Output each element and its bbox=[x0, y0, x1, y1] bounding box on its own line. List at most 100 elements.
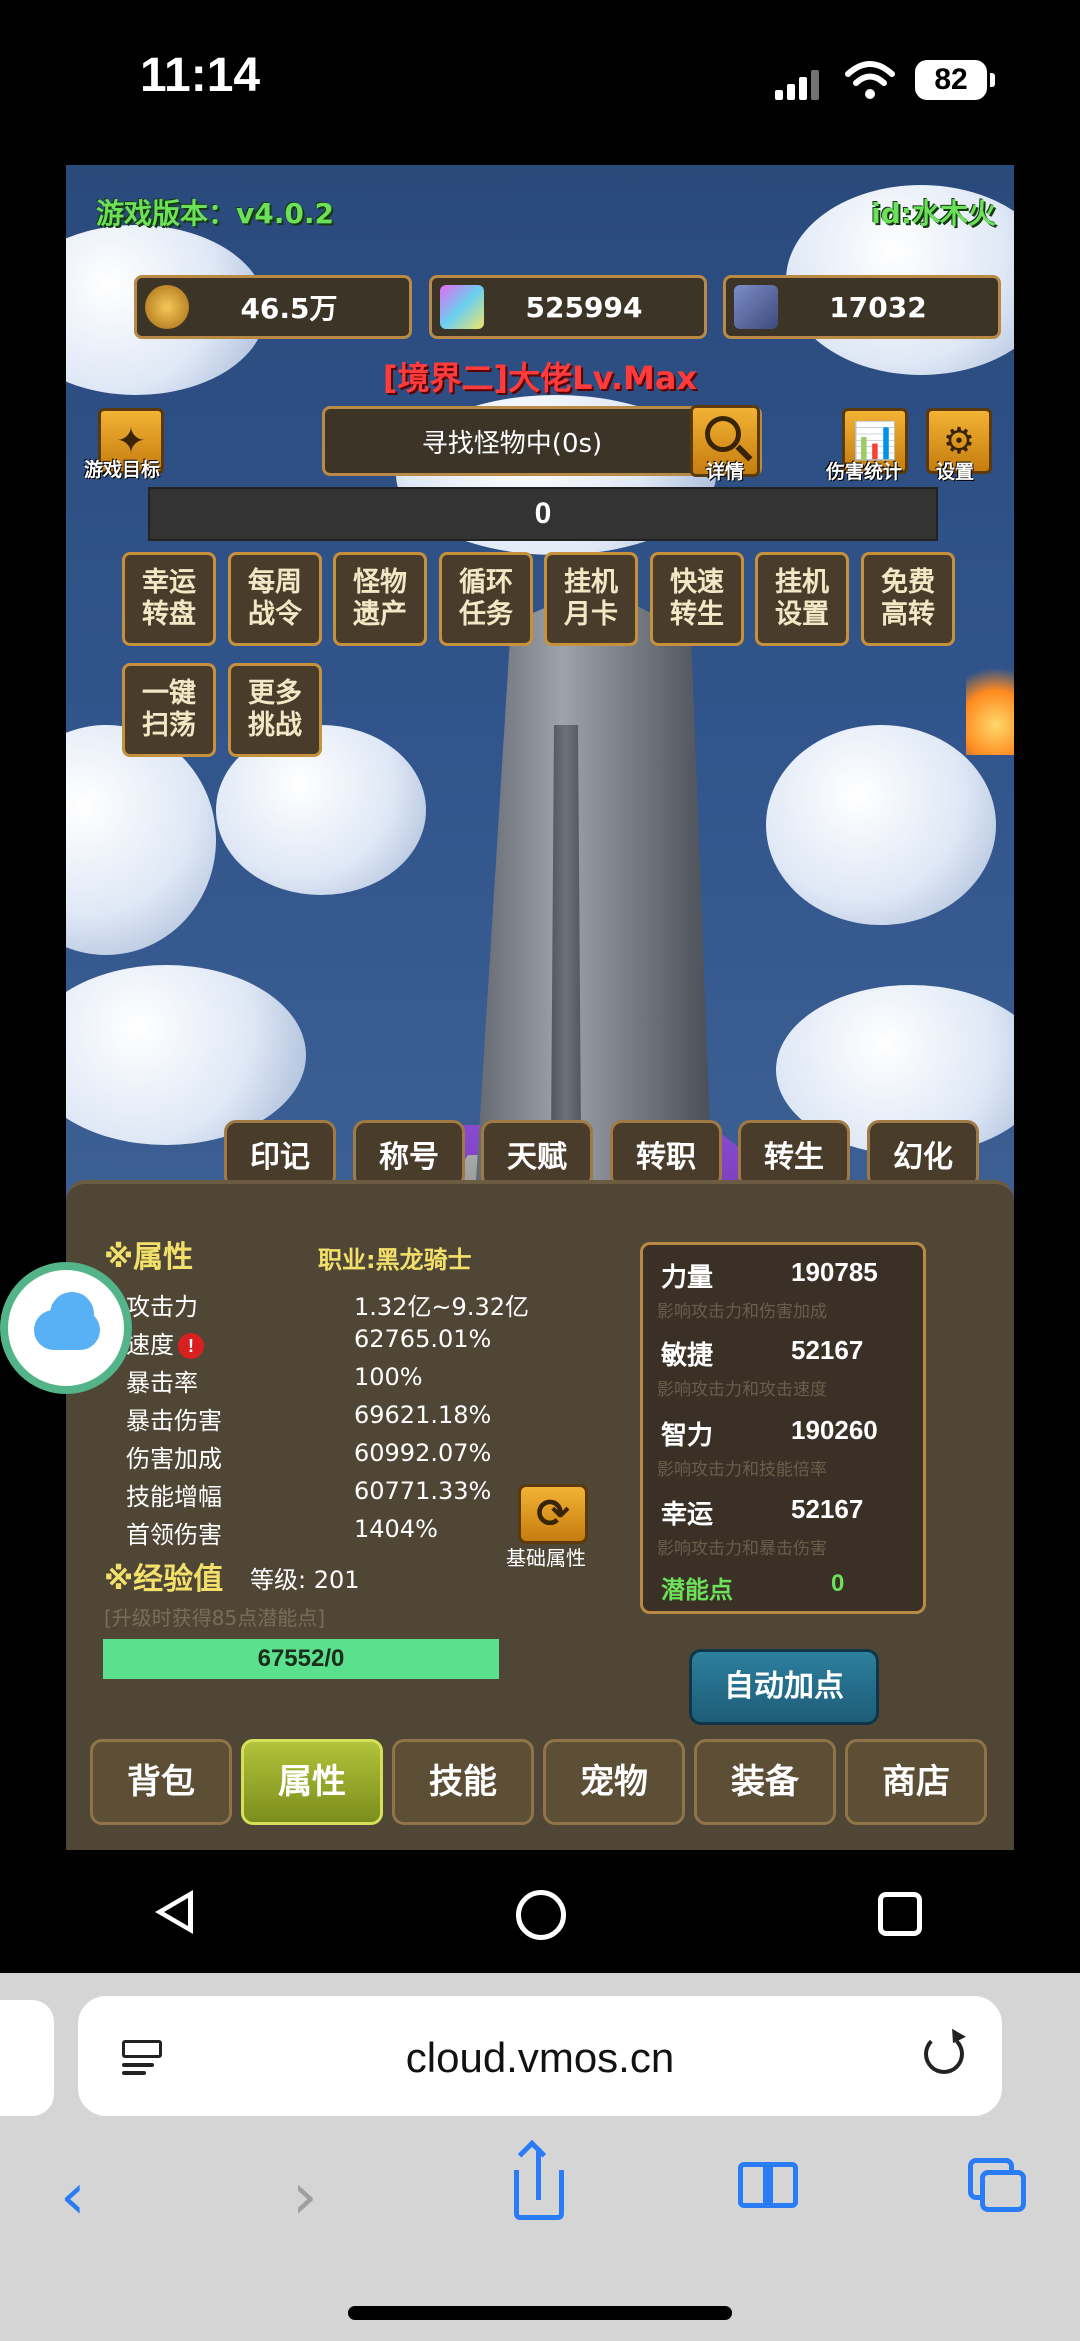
subtab-transform[interactable]: 幻化 bbox=[867, 1120, 979, 1188]
exp-bar: 67552/0 bbox=[103, 1639, 499, 1679]
game-viewport[interactable]: 游戏版本：v4.0.2 id:水木火 46.5万 525994 17032 [境… bbox=[66, 165, 1014, 1850]
game-version: 游戏版本：v4.0.2 bbox=[96, 197, 334, 230]
level-hint: [升级时获得85点潜能点] bbox=[104, 1606, 326, 1630]
previous-tab-card[interactable] bbox=[0, 2000, 54, 2116]
attr-value: 52167 bbox=[791, 1335, 864, 1365]
activity-free-high-rebirth[interactable]: 免费 高转 bbox=[861, 552, 955, 646]
activity-one-click-sweep[interactable]: 一键 扫荡 bbox=[122, 663, 216, 757]
refresh-icon: ⟳ bbox=[536, 1491, 570, 1537]
search-status-text: 寻找怪物中(0s) bbox=[421, 428, 603, 459]
warning-icon[interactable]: ! bbox=[178, 1333, 204, 1359]
gear-icon: ⚙ bbox=[942, 420, 976, 462]
stat-name: 伤害加成 bbox=[126, 1445, 222, 1473]
stat-value: 60992.07% bbox=[354, 1439, 492, 1467]
detail-label: 详情 bbox=[706, 461, 745, 483]
tabs-icon[interactable] bbox=[968, 2158, 1028, 2214]
tab-attributes[interactable]: 属性 bbox=[241, 1739, 383, 1825]
address-bar[interactable]: cloud.vmos.cn bbox=[78, 1996, 1002, 2116]
subtab-title[interactable]: 称号 bbox=[353, 1120, 465, 1188]
activity-lucky-wheel[interactable]: 幸运 转盘 bbox=[122, 552, 216, 646]
job-label: 职业:黑龙骑士 bbox=[318, 1246, 472, 1274]
magnifier-icon bbox=[705, 416, 741, 452]
subtab-job-change[interactable]: 转职 bbox=[610, 1120, 722, 1188]
tab-shop[interactable]: 商店 bbox=[845, 1739, 987, 1825]
coin-value: 46.5万 bbox=[240, 292, 338, 325]
attr-name: 力量 bbox=[661, 1263, 714, 1293]
coin-counter: 46.5万 bbox=[134, 275, 412, 339]
stat-name: 暴击伤害 bbox=[126, 1407, 222, 1435]
card-counter: 17032 bbox=[723, 275, 1001, 339]
android-recents-button[interactable] bbox=[878, 1892, 922, 1936]
stat-value: 100% bbox=[354, 1363, 423, 1391]
stat-name: 技能增幅 bbox=[126, 1483, 222, 1511]
snow-cloud-decoration bbox=[66, 725, 216, 955]
potential-label: 潜能点 bbox=[661, 1576, 733, 1604]
bookmarks-icon[interactable] bbox=[738, 2162, 802, 2212]
stat-value: 62765.01% bbox=[354, 1325, 492, 1353]
damage-stats-label: 伤害统计 bbox=[826, 461, 903, 483]
stat-value: 1404% bbox=[354, 1515, 438, 1543]
home-indicator[interactable] bbox=[348, 2306, 732, 2320]
stat-value: 1.32亿~9.32亿 bbox=[354, 1293, 529, 1321]
subtab-talent[interactable]: 天赋 bbox=[481, 1120, 593, 1188]
attr-value: 190785 bbox=[791, 1257, 878, 1287]
activity-quick-rebirth[interactable]: 快速 转生 bbox=[650, 552, 744, 646]
activity-more-challenges[interactable]: 更多 挑战 bbox=[228, 663, 322, 757]
stat-name: 首领伤害 bbox=[126, 1521, 222, 1549]
attr-value: 52167 bbox=[791, 1494, 864, 1524]
tab-pets[interactable]: 宠物 bbox=[543, 1739, 685, 1825]
battery-icon: 82 bbox=[915, 60, 995, 100]
base-attribute-button[interactable]: ⟳ bbox=[518, 1484, 588, 1544]
attr-value: 190260 bbox=[791, 1415, 878, 1445]
tab-equipment[interactable]: 装备 bbox=[694, 1739, 836, 1825]
exp-header: ※经验值 bbox=[104, 1562, 224, 1597]
android-home-button[interactable] bbox=[516, 1890, 566, 1940]
stone-pillar bbox=[476, 585, 711, 1205]
activity-weekly-pass[interactable]: 每周 战令 bbox=[228, 552, 322, 646]
attr-name: 智力 bbox=[661, 1421, 714, 1451]
subtab-mark[interactable]: 印记 bbox=[224, 1120, 336, 1188]
stat-value: 60771.33% bbox=[354, 1477, 492, 1505]
stat-name: 暴击率 bbox=[126, 1369, 198, 1397]
goal-label: 游戏目标 bbox=[84, 459, 161, 481]
activity-idle-settings[interactable]: 挂机 设置 bbox=[755, 552, 849, 646]
battle-progress-bar: 0 bbox=[148, 487, 938, 541]
chart-icon: 📊 bbox=[852, 421, 898, 462]
attr-name: 敏捷 bbox=[661, 1341, 714, 1371]
attribute-points-box: 力量 190785 影响攻击力和伤害加成 敏捷 52167 影响攻击力和攻击速度… bbox=[640, 1242, 926, 1614]
crystal-value: 525994 bbox=[525, 290, 643, 324]
attr-name: 幸运 bbox=[661, 1500, 714, 1530]
base-attribute-label: 基础属性 bbox=[506, 1546, 586, 1570]
reload-icon[interactable] bbox=[924, 2034, 964, 2074]
wifi-icon bbox=[845, 61, 895, 99]
stat-name: 攻击力 bbox=[126, 1293, 198, 1321]
back-icon[interactable]: ‹ bbox=[60, 2160, 86, 2234]
attribute-panel: ※属性 职业:黑龙骑士 攻击力 1.32亿~9.32亿 速度! 62765.01… bbox=[66, 1180, 1014, 1850]
attr-desc: 影响攻击力和技能倍率 bbox=[657, 1460, 827, 1480]
status-time: 11:14 bbox=[140, 49, 261, 102]
activity-loop-quest[interactable]: 循环 任务 bbox=[439, 552, 533, 646]
torch-fire-decoration bbox=[966, 655, 1014, 755]
settings-label: 设置 bbox=[936, 461, 975, 483]
coin-icon bbox=[145, 285, 189, 329]
crystal-icon bbox=[440, 285, 484, 329]
url-text: cloud.vmos.cn bbox=[405, 2034, 675, 2081]
tab-backpack[interactable]: 背包 bbox=[90, 1739, 232, 1825]
tab-skills[interactable]: 技能 bbox=[392, 1739, 534, 1825]
signal-icon bbox=[775, 70, 819, 100]
auto-allocate-button[interactable]: 自动加点 bbox=[689, 1649, 879, 1725]
subtab-rebirth[interactable]: 转生 bbox=[738, 1120, 850, 1188]
activity-idle-monthly-card[interactable]: 挂机 月卡 bbox=[544, 552, 638, 646]
forward-icon[interactable]: › bbox=[292, 2160, 318, 2234]
snow-cloud-decoration bbox=[66, 965, 306, 1145]
stat-name: 速度! bbox=[126, 1325, 204, 1360]
activity-monster-legacy[interactable]: 怪物 遗产 bbox=[333, 552, 427, 646]
realm-title: [境界二]大佬Lv.Max bbox=[382, 359, 698, 397]
attr-desc: 影响攻击力和攻击速度 bbox=[657, 1380, 827, 1400]
floating-cloud-button[interactable] bbox=[0, 1262, 132, 1394]
stat-value: 69621.18% bbox=[354, 1401, 492, 1429]
user-id: id:水木火 bbox=[871, 197, 996, 230]
potential-value: 0 bbox=[831, 1570, 845, 1597]
screen: { "status": { "time": "11:14", "battery"… bbox=[0, 0, 1080, 2341]
level-label: 等级: 201 bbox=[250, 1566, 360, 1594]
